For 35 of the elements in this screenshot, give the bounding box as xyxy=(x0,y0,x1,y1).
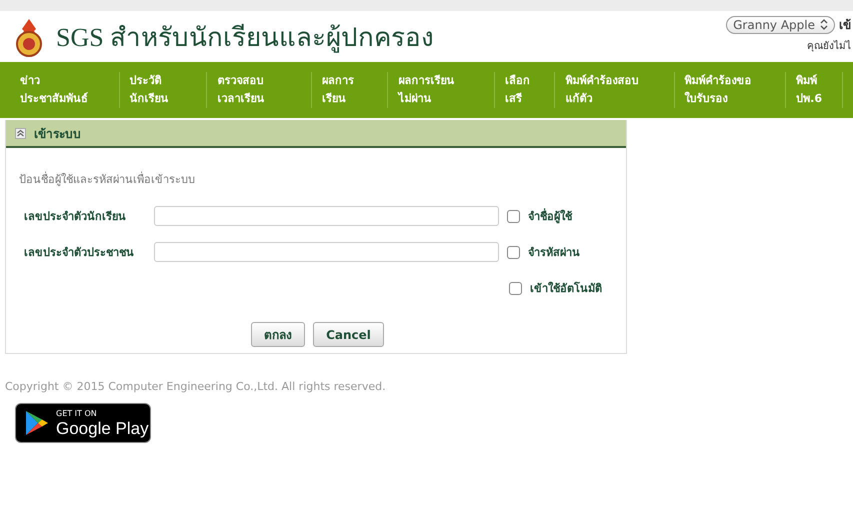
login-status: คุณยังไม่ไ xyxy=(807,39,851,53)
site-title: SGS สำหรับนักเรียนและผู้ปกครอง xyxy=(56,22,434,55)
theme-select[interactable]: Granny Apple xyxy=(726,16,835,34)
panel-title: เข้าระบบ xyxy=(34,126,81,142)
checkbox-label: เข้าใช้อัตโนมัติ xyxy=(530,280,602,297)
field-label: เลขประจำตัวประชาชน xyxy=(23,245,135,261)
nav-item[interactable]: ข่าว ประชาสัมพันธ์ xyxy=(20,72,120,108)
nav-item[interactable]: ผลการ เรียน xyxy=(322,72,388,108)
nav-item[interactable]: เลือก เสรี xyxy=(504,72,556,108)
checkbox[interactable] xyxy=(507,246,520,258)
collapse-icon[interactable] xyxy=(15,128,26,138)
nav-item[interactable]: พิมพ์คำร้องขอ ใบรับรอง xyxy=(684,72,786,108)
copyright-text: Copyright © 2015 Computer Engineering Co.,Ltd. All rights reserved. xyxy=(5,380,387,393)
checkbox[interactable] xyxy=(507,210,520,222)
nav-item[interactable]: พิมพ์คำร้องสอบ แก้ตัว xyxy=(565,72,675,108)
nav-item[interactable]: ประวัติ นักเรียน xyxy=(130,72,208,108)
checkbox-label: จำรหัสผ่าน xyxy=(528,245,580,261)
store-badge[interactable]: GET IT ON Google Play xyxy=(15,403,151,443)
form-button[interactable]: ตกลง xyxy=(251,322,306,347)
play-icon xyxy=(25,410,49,436)
checkbox[interactable] xyxy=(509,282,522,294)
badge-caption: GET IT ON xyxy=(56,410,98,418)
checkbox-label: จำชื่อผู้ใช้ xyxy=(528,207,572,225)
nav-item[interactable]: ผลการเรียน ไม่ผ่าน xyxy=(398,72,495,108)
login-link[interactable]: เข้ xyxy=(839,15,851,34)
nav-item[interactable]: พิมพ์ ปพ.6 xyxy=(796,72,843,108)
badge-name: Google Play xyxy=(56,420,149,436)
form-button[interactable]: Cancel xyxy=(313,322,384,347)
emblem-icon xyxy=(14,16,44,56)
instruction-text: ป้อนชื่อผู้ใช้และรหัสผ่านเพื่อเข้าระบบ xyxy=(19,170,196,188)
updown-icon xyxy=(820,19,828,30)
nav-item[interactable]: ตรวจสอบ เวลาเรียน xyxy=(217,72,312,108)
input-field[interactable] xyxy=(154,206,499,226)
field-label: เลขประจำตัวนักเรียน xyxy=(23,209,127,225)
input-field[interactable] xyxy=(154,242,499,262)
